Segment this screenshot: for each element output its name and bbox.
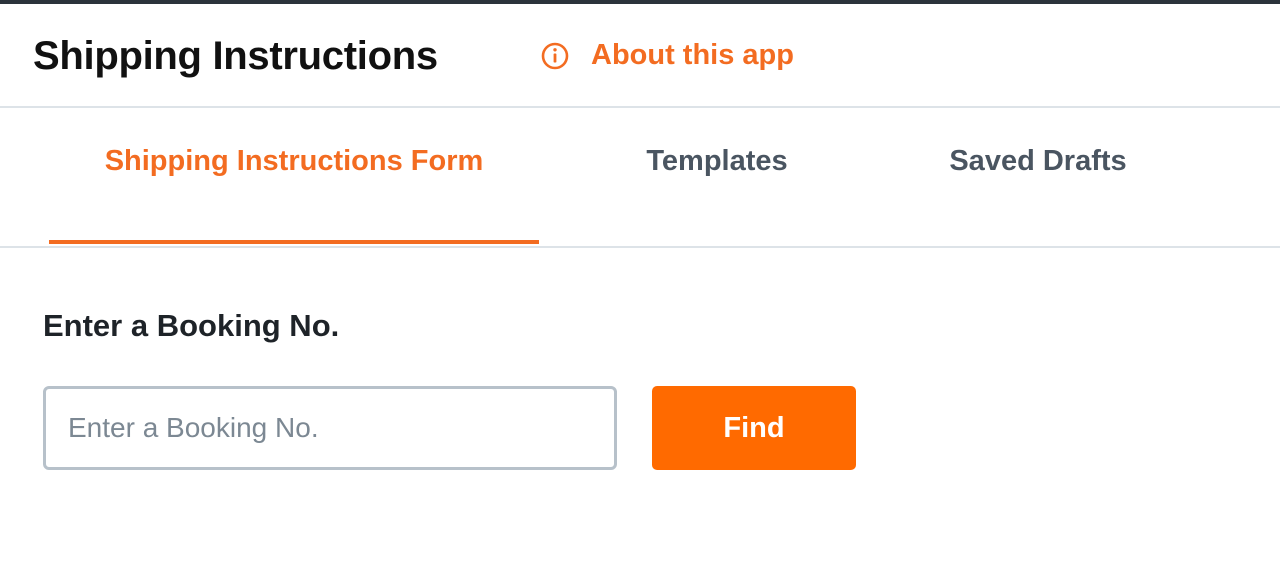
tab-templates[interactable]: Templates [600,108,834,246]
tab-label: Shipping Instructions Form [104,144,484,177]
about-this-app-label: About this app [591,39,794,71]
active-tab-indicator [49,240,539,244]
tab-bar: Shipping Instructions Form Templates Sav… [0,108,1280,248]
tab-saved-drafts[interactable]: Saved Drafts [900,108,1176,246]
app-header: Shipping Instructions About this app [0,4,1280,108]
tab-label: Templates [646,144,788,177]
tab-label: Saved Drafts [949,144,1127,177]
about-this-app-link[interactable]: About this app [540,39,794,72]
info-circle-icon [541,42,569,69]
booking-number-input[interactable] [43,386,617,470]
find-button[interactable]: Find [652,386,856,470]
page-title: Shipping Instructions [33,34,438,78]
tab-shipping-instructions-form[interactable]: Shipping Instructions Form [49,108,539,246]
booking-section-title: Enter a Booking No. [43,308,340,343]
